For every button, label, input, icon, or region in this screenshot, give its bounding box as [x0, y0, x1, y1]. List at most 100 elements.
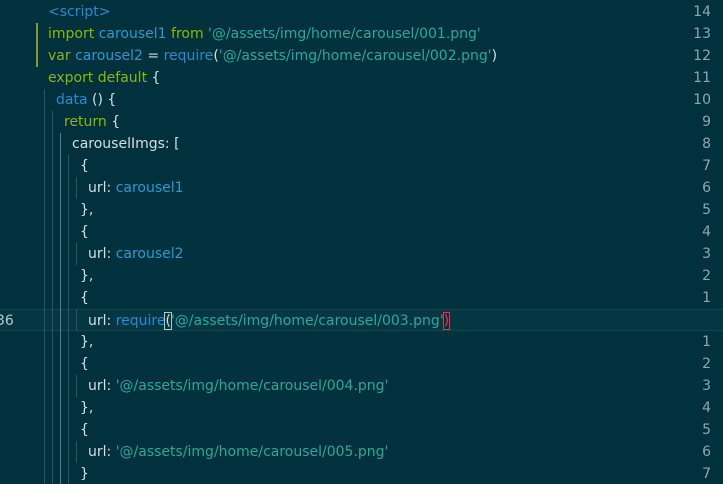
- code-token: {: [80, 158, 89, 174]
- code-line[interactable]: 5{: [0, 419, 723, 441]
- code-token: export default: [48, 70, 152, 86]
- code-text[interactable]: {: [80, 419, 89, 441]
- code-line[interactable]: 11 export default {: [0, 67, 723, 89]
- modified-line-marker: [36, 45, 38, 67]
- code-text[interactable]: },: [80, 397, 93, 419]
- code-text[interactable]: url: carousel1: [88, 177, 184, 199]
- line-number: 14: [693, 4, 711, 20]
- code-token: {: [80, 422, 89, 438]
- code-token: {: [80, 356, 89, 372]
- code-line[interactable]: 8 carouselImgs: [: [0, 133, 723, 155]
- indent-guide: [76, 309, 77, 331]
- code-token: {: [111, 114, 121, 130]
- code-text[interactable]: {: [80, 221, 89, 243]
- line-number: 2: [702, 268, 711, 284]
- code-token: url:: [88, 444, 116, 460]
- indent-guide: [44, 89, 45, 484]
- line-number: 5: [702, 202, 711, 218]
- code-token: '@/assets/img/home/carousel/004.png': [115, 378, 389, 394]
- code-line[interactable]: 6 url: '@/assets/img/home/carousel/005.pn…: [0, 441, 723, 463]
- code-line[interactable]: 7}: [0, 463, 723, 484]
- code-token: url:: [88, 246, 116, 262]
- code-line[interactable]: 12 var carousel2 = require('@/assets/img/…: [0, 45, 723, 67]
- line-number: 11: [693, 70, 711, 86]
- indent-guide: [68, 155, 69, 484]
- code-token: url:: [88, 180, 116, 196]
- code-text[interactable]: data () {: [56, 89, 116, 111]
- code-token: {: [80, 224, 89, 240]
- code-line[interactable]: 3 url: carousel2: [0, 243, 723, 265]
- code-text[interactable]: {: [80, 353, 89, 375]
- code-text[interactable]: url: '@/assets/img/home/carousel/004.png…: [88, 375, 388, 397]
- line-number: 1: [702, 290, 711, 306]
- code-line[interactable]: 1{: [0, 287, 723, 309]
- code-token: require: [163, 48, 214, 64]
- code-text[interactable]: var carousel2 = require('@/assets/img/ho…: [48, 45, 497, 67]
- code-text[interactable]: carouselImgs: [: [72, 133, 180, 155]
- code-text[interactable]: url: require('@/assets/img/home/carousel…: [88, 310, 451, 332]
- code-text[interactable]: import carousel1 from '@/assets/img/home…: [48, 23, 481, 45]
- code-token: carousel2: [75, 48, 143, 64]
- code-line[interactable]: 5},: [0, 199, 723, 221]
- indent-guide: [76, 243, 77, 265]
- line-number: 2: [702, 356, 711, 372]
- code-token: carousel1: [98, 26, 167, 42]
- code-line[interactable]: 7{: [0, 155, 723, 177]
- line-number: 7: [702, 158, 711, 174]
- code-text[interactable]: },: [80, 199, 93, 221]
- code-line[interactable]: 9 return {: [0, 111, 723, 133]
- unmatched-bracket: ): [442, 312, 451, 330]
- code-text[interactable]: {: [80, 287, 89, 309]
- code-text[interactable]: return {: [64, 111, 120, 133]
- code-token: '@/assets/img/home/carousel/003.png': [170, 313, 444, 329]
- code-line[interactable]: 4},: [0, 397, 723, 419]
- code-token: '@/assets/img/home/carousel/001.png': [208, 26, 481, 42]
- code-line[interactable]: 14 <script>: [0, 1, 723, 23]
- line-number: 7: [702, 466, 711, 482]
- code-text[interactable]: url: '@/assets/img/home/carousel/005.png…: [88, 441, 388, 463]
- indent-guide: [76, 441, 77, 463]
- line-number: 1: [702, 334, 711, 350]
- indent-guide: [76, 375, 77, 397]
- code-token: data: [56, 92, 92, 108]
- code-text[interactable]: export default {: [48, 67, 160, 89]
- code-token: import: [48, 26, 99, 42]
- code-text[interactable]: <script>: [48, 1, 110, 23]
- line-number: 10: [693, 92, 711, 108]
- code-line[interactable]: 1},: [0, 331, 723, 353]
- code-token: carouselImgs: [: [72, 136, 180, 152]
- line-number: 9: [702, 114, 711, 130]
- code-text[interactable]: },: [80, 265, 93, 287]
- code-line[interactable]: 4{: [0, 221, 723, 243]
- code-line[interactable]: 2},: [0, 265, 723, 287]
- line-number: 6: [702, 444, 711, 460]
- code-line[interactable]: 2{: [0, 353, 723, 375]
- code-token: ): [491, 48, 498, 64]
- line-number: 5: [702, 422, 711, 438]
- code-token: url:: [88, 313, 116, 329]
- code-line[interactable]: 3 url: '@/assets/img/home/carousel/004.pn…: [0, 375, 723, 397]
- code-token: url:: [88, 378, 116, 394]
- line-number: 8: [702, 136, 711, 152]
- code-line[interactable]: 36 url: require('@/assets/img/home/carous…: [0, 309, 723, 331]
- code-text[interactable]: url: carousel2: [88, 243, 184, 265]
- code-token: },: [80, 202, 94, 218]
- code-line[interactable]: 10 data () {: [0, 89, 723, 111]
- code-line[interactable]: 6 url: carousel1: [0, 177, 723, 199]
- modified-line-marker: [36, 23, 38, 45]
- indent-guide: [76, 177, 77, 199]
- line-number: 3: [702, 378, 711, 394]
- code-token: },: [80, 268, 94, 284]
- code-token: return: [64, 114, 112, 130]
- code-token: }: [80, 466, 89, 482]
- code-text[interactable]: }: [80, 463, 89, 484]
- code-text[interactable]: },: [80, 331, 93, 353]
- code-line[interactable]: 13 import carousel1 from '@/assets/img/ho…: [0, 23, 723, 45]
- code-editor[interactable]: 14 <script> 13 import carousel1 from '@/ass…: [0, 0, 723, 484]
- code-token: {: [151, 70, 161, 86]
- line-number: 4: [702, 400, 711, 416]
- code-token: () {: [91, 92, 117, 108]
- line-number: 13: [693, 26, 711, 42]
- line-number: 3: [702, 246, 711, 262]
- code-text[interactable]: {: [80, 155, 89, 177]
